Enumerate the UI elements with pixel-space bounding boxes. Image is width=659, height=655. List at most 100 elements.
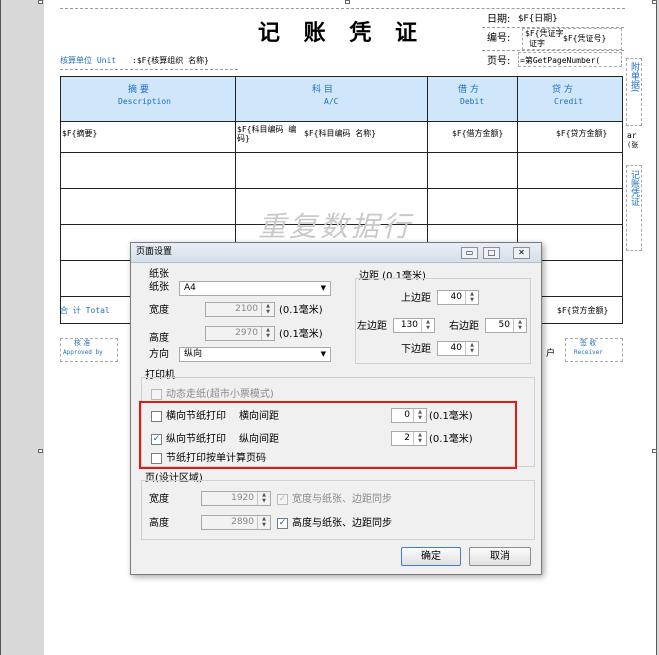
spinner-arrows-icon[interactable]: ▲ ▼ <box>465 342 478 355</box>
spinner-arrows-icon: ▲ ▼ <box>261 303 274 316</box>
table-header-bottom-border <box>60 121 623 122</box>
red-highlight-annotation <box>139 401 517 469</box>
orientation-label: 方向 <box>149 349 169 360</box>
unit-field[interactable]: :$F{核算组织 名称} <box>132 57 209 65</box>
paper-label: 纸张 <box>149 282 169 293</box>
orientation-select-value: 纵向 <box>184 349 203 359</box>
col-credit-en: Credit <box>554 97 583 106</box>
left-margin-spinner[interactable]: 130 ▲ ▼ <box>393 318 435 333</box>
credit-field[interactable]: $F{贷方金额} <box>556 130 607 138</box>
date-field[interactable]: $F{日期} <box>518 15 558 24</box>
col-description-cn: 摘 要 <box>128 85 149 95</box>
account-name-field[interactable]: $F{科目编码 名称} <box>304 130 376 138</box>
top-margin-spinner[interactable]: 40 ▲ ▼ <box>437 290 479 305</box>
width-value: 2100 <box>235 304 258 314</box>
width-spinner: 2100 ▲ ▼ <box>205 302 275 317</box>
approved-en: Approved by <box>63 349 103 356</box>
side-fragment-ar: ar <box>627 131 637 140</box>
spinner-arrows-icon: ▲ ▼ <box>261 327 274 340</box>
row-line-2 <box>60 188 623 189</box>
spinner-arrows-icon: ▲ ▼ <box>257 516 270 529</box>
row-line-1 <box>60 152 623 153</box>
side-attachments-label: 附单据( <box>629 62 639 93</box>
bottom-margin-value: 40 <box>450 343 462 353</box>
spinner-arrows-icon[interactable]: ▲ ▼ <box>465 291 478 304</box>
handle-middle-left[interactable] <box>38 449 43 453</box>
spinner-arrows-icon: ▲ ▼ <box>257 492 270 505</box>
col-account-cn: 科 目 <box>312 85 333 95</box>
right-margin-spinner[interactable]: 50 ▲ ▼ <box>485 318 527 333</box>
total-credit-field[interactable]: $F{贷方金额} <box>557 307 608 315</box>
height-unit: (0.1毫米) <box>279 329 323 340</box>
orientation-select[interactable]: 纵向 ▼ <box>179 347 331 362</box>
handle-top-right[interactable] <box>652 0 657 4</box>
design-area-group-box <box>141 480 535 540</box>
spinner-arrows-icon[interactable]: ▲ ▼ <box>513 319 526 332</box>
total-label: 合 计 Total <box>60 306 110 315</box>
design-width-label: 宽度 <box>149 494 169 505</box>
right-margin-value: 50 <box>498 320 510 330</box>
height-sync-checkbox[interactable]: ✓ <box>277 518 288 529</box>
summary-field[interactable]: $F{摘要} <box>62 130 97 138</box>
dynamic-paper-checkbox[interactable] <box>151 389 162 400</box>
bottom-margin-spinner[interactable]: 40 ▲ ▼ <box>437 341 479 356</box>
width-sync-label: 宽度与纸张、边距同步 <box>292 494 392 505</box>
chevron-down-icon: ▼ <box>320 284 326 292</box>
page-label: 页号: <box>487 56 511 67</box>
top-margin-value: 40 <box>450 292 462 302</box>
left-margin-value: 130 <box>400 320 418 330</box>
height-spinner: 2970 ▲ ▼ <box>205 326 275 341</box>
receiver-label: 签 收 <box>580 339 597 347</box>
approved-label: 核 准 <box>74 339 91 347</box>
page-number-box <box>518 52 622 67</box>
width-sync-checkbox[interactable]: ✓ <box>277 494 288 505</box>
width-unit: (0.1毫米) <box>279 305 323 316</box>
unit-label: 核算单位 Unit <box>60 56 117 65</box>
chevron-down-icon: ▼ <box>320 350 326 358</box>
height-sync-label: 高度与纸张、边距同步 <box>292 518 392 529</box>
height-label: 高度 <box>149 333 169 344</box>
voucher-title: 记 账 凭 证 <box>258 20 425 46</box>
ok-button[interactable]: 确定 <box>401 547 461 566</box>
dialog-titlebar[interactable]: 页面设置 ▭ □ ✕ <box>131 243 541 263</box>
side-fragment-count: (张 <box>627 141 639 149</box>
design-height-label: 高度 <box>149 518 169 529</box>
left-ruler <box>0 0 44 655</box>
right-edge-line <box>656 0 657 655</box>
col-credit-cn: 贷 方 <box>552 85 573 95</box>
table-left-border <box>60 76 61 324</box>
dialog-title: 页面设置 <box>136 247 173 257</box>
col-debit-cn: 借 方 <box>458 85 479 95</box>
minimize-button[interactable]: ▭ <box>461 247 478 259</box>
account-code-field[interactable]: $F{科目编码 编码} <box>237 125 299 144</box>
design-height-value: 2890 <box>231 517 254 527</box>
design-height-spinner: 2890 ▲ ▼ <box>201 515 271 530</box>
top-margin-label: 上边距 <box>401 293 431 304</box>
debit-field[interactable]: $F{借方金额} <box>452 130 503 138</box>
design-width-spinner: 1920 ▲ ▼ <box>201 491 271 506</box>
number-label: 编号: <box>487 33 511 44</box>
date-label: 日期: <box>487 14 511 25</box>
header-top-border <box>60 8 625 9</box>
handle-middle-right[interactable] <box>652 449 657 453</box>
side-voucher-label: 记账凭证 <box>629 170 639 206</box>
close-button[interactable]: ✕ <box>513 247 530 259</box>
dynamic-paper-label: 动态走纸(超市小票模式) <box>166 389 274 400</box>
cancel-button[interactable]: 取消 <box>469 547 531 566</box>
col-debit-en: Debit <box>460 97 485 106</box>
number-row-line <box>482 50 624 51</box>
height-value: 2970 <box>235 328 258 338</box>
design-width-value: 1920 <box>231 493 254 503</box>
spinner-arrows-icon[interactable]: ▲ ▼ <box>421 319 434 332</box>
paper-select[interactable]: A4 ▼ <box>179 281 331 296</box>
receiver-en: Receiver <box>574 349 603 356</box>
width-label: 宽度 <box>149 305 169 316</box>
left-margin-label: 左边距 <box>357 321 387 332</box>
bottom-margin-label: 下边距 <box>401 344 431 355</box>
left-edge-line <box>0 0 1 655</box>
repeat-data-watermark: 重复数据行 <box>258 210 414 243</box>
handle-top-left[interactable] <box>38 0 43 4</box>
col-description-en: Description <box>118 97 171 106</box>
handle-top-center[interactable] <box>345 0 350 4</box>
maximize-button[interactable]: □ <box>483 247 500 259</box>
